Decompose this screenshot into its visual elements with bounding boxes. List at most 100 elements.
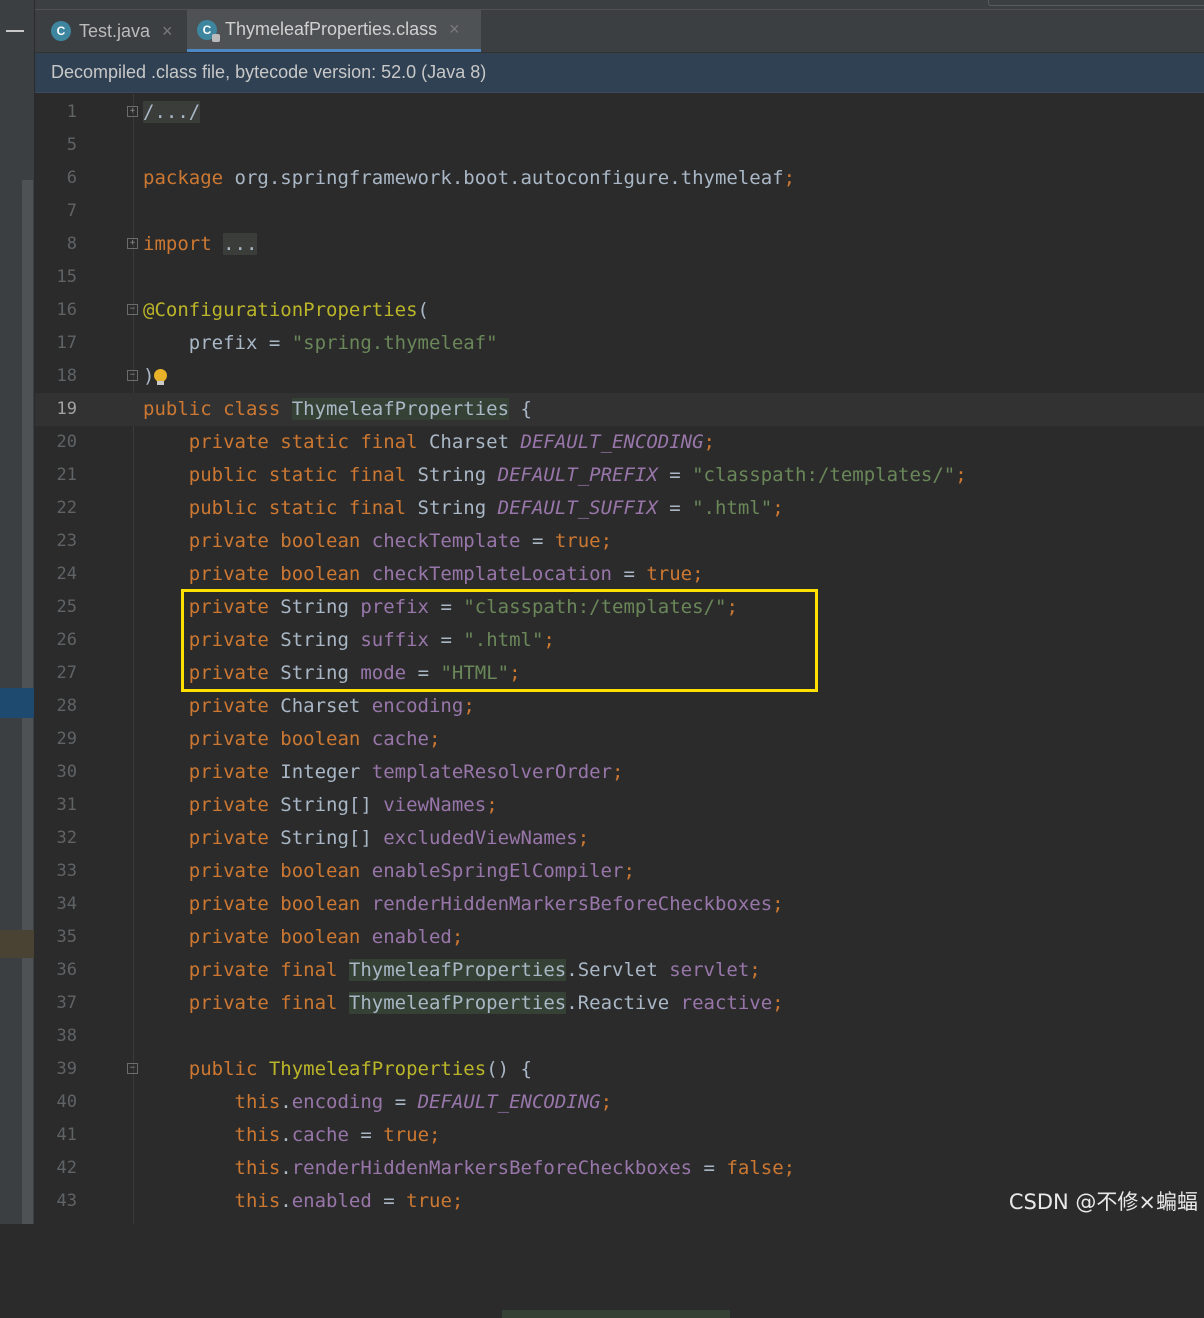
code-token: ; [577, 827, 590, 849]
code-line[interactable]: 32 private String[] excludedViewNames; [35, 822, 1204, 855]
code-token: checkTemplate [371, 530, 521, 552]
line-number[interactable]: 8 [35, 228, 77, 261]
code-line[interactable]: 21 public static final String DEFAULT_PR… [35, 459, 1204, 492]
code-line[interactable]: 39 − public ThymeleafProperties() { [35, 1053, 1204, 1086]
code-line[interactable]: 28 private Charset encoding; [35, 690, 1204, 723]
code-text: private final ThymeleafProperties.Servle… [143, 954, 761, 987]
line-number[interactable]: 18 [35, 360, 77, 393]
line-number[interactable]: 41 [35, 1119, 77, 1152]
code-line[interactable]: 41 this.cache = true; [35, 1119, 1204, 1152]
line-number[interactable]: 40 [35, 1086, 77, 1119]
code-line[interactable]: 24 private boolean checkTemplateLocation… [35, 558, 1204, 591]
fold-toggle-icon[interactable]: − [127, 1063, 138, 1074]
code-line[interactable]: 40 this.encoding = DEFAULT_ENCODING; [35, 1086, 1204, 1119]
code-token: true; [554, 530, 613, 552]
line-number[interactable]: 20 [35, 426, 77, 459]
code-token: = [692, 1157, 727, 1179]
line-number[interactable]: 35 [35, 921, 77, 954]
code-line[interactable]: 37 private final ThymeleafProperties.Rea… [35, 987, 1204, 1020]
run-config-box[interactable] [988, 0, 1204, 6]
code-line[interactable]: 7 [35, 195, 1204, 228]
code-text: /.../ [143, 96, 201, 129]
line-number[interactable]: 22 [35, 492, 77, 525]
line-number[interactable]: 27 [35, 657, 77, 690]
line-number[interactable]: 43 [35, 1185, 77, 1218]
code-line[interactable]: 19 public class ThymeleafProperties { [35, 393, 1204, 426]
line-number[interactable]: 6 [35, 162, 77, 195]
code-token: private boolean [143, 530, 372, 552]
code-token: true; [406, 1190, 464, 1212]
line-number[interactable]: 16 [35, 294, 77, 327]
line-number[interactable]: 36 [35, 954, 77, 987]
code-line[interactable]: 31 private String[] viewNames; [35, 789, 1204, 822]
tab-test-java[interactable]: C Test.java × [41, 10, 183, 52]
code-line[interactable]: 1 + /.../ [35, 96, 1204, 129]
collapse-icon[interactable] [6, 30, 24, 32]
line-number[interactable]: 1 [35, 96, 77, 129]
line-number[interactable]: 33 [35, 855, 77, 888]
code-line[interactable]: 22 public static final String DEFAULT_SU… [35, 492, 1204, 525]
fold-toggle-icon[interactable]: − [127, 304, 138, 315]
fold-toggle-icon[interactable]: + [127, 238, 138, 249]
code-line[interactable]: 29 private boolean cache; [35, 723, 1204, 756]
code-token: private boolean [143, 926, 372, 948]
code-token: ; [612, 761, 624, 783]
code-line[interactable]: 16 − @ConfigurationProperties( [35, 294, 1204, 327]
code-token: Charset [280, 695, 372, 717]
code-token: public static final [143, 464, 418, 486]
code-token: /.../ [143, 101, 201, 123]
line-number[interactable]: 25 [35, 591, 77, 624]
tab-thymeleaf-properties[interactable]: C ThymeleafProperties.class × [187, 10, 481, 52]
code-line[interactable]: 30 private Integer templateResolverOrder… [35, 756, 1204, 789]
code-line[interactable]: 35 private boolean enabled; [35, 921, 1204, 954]
compiled-class-icon: C [197, 19, 220, 42]
line-number[interactable]: 17 [35, 327, 77, 360]
code-line[interactable]: 36 private final ThymeleafProperties.Ser… [35, 954, 1204, 987]
code-line[interactable]: 8 + import ... [35, 228, 1204, 261]
line-number[interactable]: 32 [35, 822, 77, 855]
code-token: ( [417, 299, 429, 321]
code-line[interactable]: 5 [35, 129, 1204, 162]
code-token: = [520, 530, 555, 552]
code-line[interactable]: 23 private boolean checkTemplate = true; [35, 525, 1204, 558]
code-line[interactable]: 33 private boolean enableSpringElCompile… [35, 855, 1204, 888]
line-number[interactable]: 15 [35, 261, 77, 294]
code-token: = [657, 497, 693, 519]
lightbulb-icon[interactable] [154, 368, 168, 385]
code-line[interactable]: 6 package org.springframework.boot.autoco… [35, 162, 1204, 195]
code-token: cache [291, 1124, 349, 1146]
line-number[interactable]: 30 [35, 756, 77, 789]
code-token: servlet [669, 959, 750, 981]
code-token: ; [451, 926, 464, 948]
code-line[interactable]: 38 [35, 1020, 1204, 1053]
line-number[interactable]: 24 [35, 558, 77, 591]
line-number[interactable]: 5 [35, 129, 77, 162]
line-number[interactable]: 7 [35, 195, 77, 228]
code-line[interactable]: 20 private static final Charset DEFAULT_… [35, 426, 1204, 459]
code-token: private final [143, 959, 349, 981]
fold-toggle-icon[interactable]: − [127, 370, 138, 381]
line-number[interactable]: 23 [35, 525, 77, 558]
line-number[interactable]: 26 [35, 624, 77, 657]
fold-toggle-icon[interactable]: + [127, 106, 138, 117]
line-number[interactable]: 38 [35, 1020, 77, 1053]
code-line[interactable]: 17 prefix = "spring.thymeleaf" [35, 327, 1204, 360]
close-icon[interactable]: × [449, 19, 460, 40]
line-number[interactable]: 31 [35, 789, 77, 822]
code-text: this.encoding = DEFAULT_ENCODING; [143, 1086, 613, 1119]
line-number[interactable]: 42 [35, 1152, 77, 1185]
code-line[interactable]: 18 −) [35, 360, 1204, 393]
close-icon[interactable]: × [162, 21, 173, 42]
code-line[interactable]: 42 this.renderHiddenMarkersBeforeCheckbo… [35, 1152, 1204, 1185]
identifier-highlight [502, 1310, 730, 1318]
line-number[interactable]: 37 [35, 987, 77, 1020]
line-number[interactable]: 29 [35, 723, 77, 756]
line-number[interactable]: 21 [35, 459, 77, 492]
line-number[interactable]: 28 [35, 690, 77, 723]
code-token: encoding [371, 695, 464, 717]
line-number[interactable]: 34 [35, 888, 77, 921]
line-number[interactable]: 19 [35, 393, 77, 426]
line-number[interactable]: 39 [35, 1053, 77, 1086]
code-line[interactable]: 34 private boolean renderHiddenMarkersBe… [35, 888, 1204, 921]
code-line[interactable]: 15 [35, 261, 1204, 294]
